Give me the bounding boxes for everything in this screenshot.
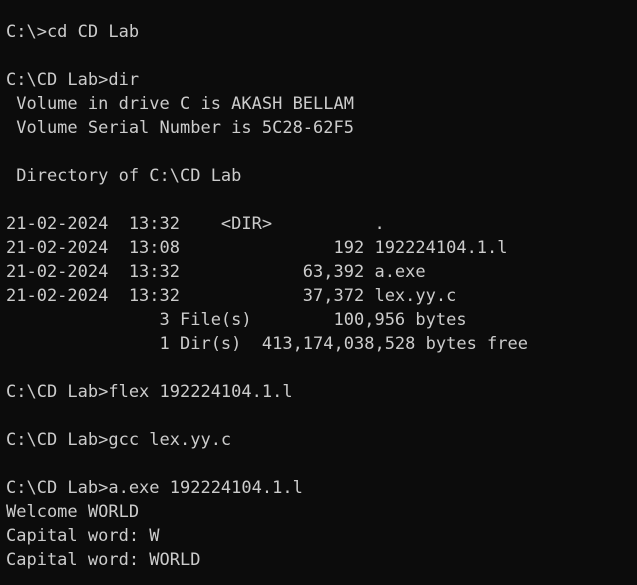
volume-label-line: Volume in drive C is AKASH BELLAM xyxy=(6,94,354,114)
console-line-cmd-run: C:\CD Lab>a.exe 192224104.1.l xyxy=(6,478,303,498)
dir-listing-row: 21-02-2024 13:32 37,372 lex.yy.c xyxy=(6,286,457,306)
program-output-line: Capital word: W xyxy=(6,526,160,546)
program-output-line: Capital word: WORLD xyxy=(6,550,201,570)
dir-count-summary: 1 Dir(s) 413,174,038,528 bytes free xyxy=(6,334,528,354)
directory-of-line: Directory of C:\CD Lab xyxy=(6,166,242,186)
console-line-cmd-cd: C:\>cd CD Lab xyxy=(6,22,140,42)
console-line-cmd-gcc: C:\CD Lab>gcc lex.yy.c xyxy=(6,430,232,450)
console-line-cmd-dir: C:\CD Lab>dir xyxy=(6,70,140,90)
dir-listing-row: 21-02-2024 13:32 <DIR> . xyxy=(6,214,385,234)
volume-serial-line: Volume Serial Number is 5C28-62F5 xyxy=(6,118,354,138)
program-output-line: Welcome WORLD xyxy=(6,502,140,522)
dir-listing-row: 21-02-2024 13:08 192 192224104.1.l xyxy=(6,238,508,258)
file-count-summary: 3 File(s) 100,956 bytes xyxy=(6,310,467,330)
console-line-cmd-flex: C:\CD Lab>flex 192224104.1.l xyxy=(6,382,293,402)
dir-listing-row: 21-02-2024 13:32 63,392 a.exe xyxy=(6,262,426,282)
terminal-window[interactable]: C:\>cd CD Lab C:\CD Lab>dir Volume in dr… xyxy=(0,0,637,585)
